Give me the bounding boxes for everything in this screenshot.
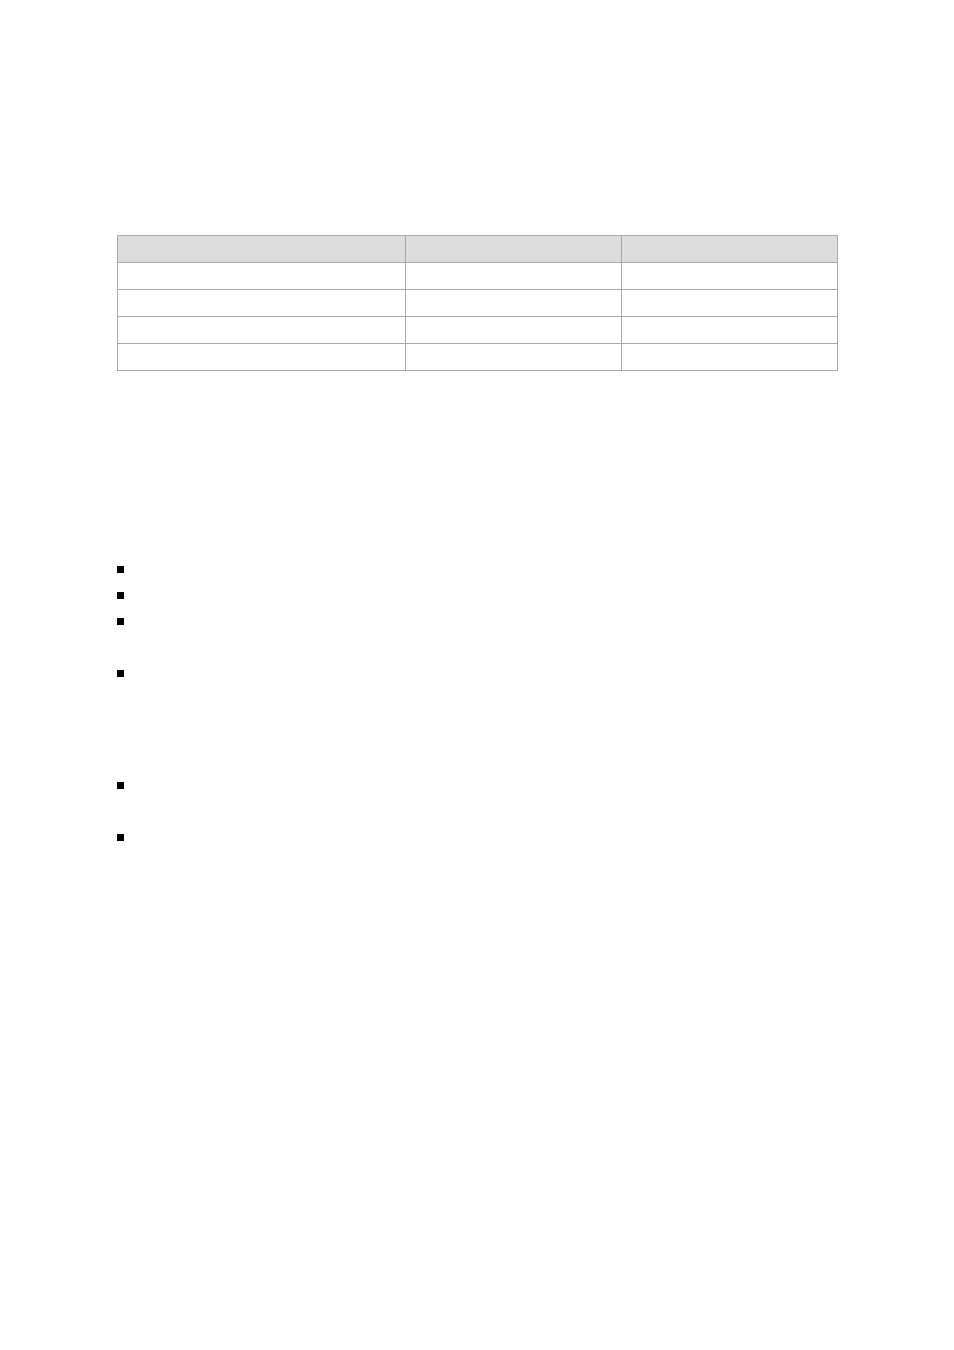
cell: [118, 344, 406, 371]
cell: [118, 290, 406, 317]
list-item: [117, 829, 838, 841]
col-header-1: [118, 236, 406, 263]
list-item: [117, 777, 838, 789]
cell: [622, 263, 838, 290]
col-header-2: [406, 236, 622, 263]
square-bullet-icon: [117, 566, 124, 573]
square-bullet-icon: [117, 618, 124, 625]
list-item: [117, 587, 838, 599]
list-item: [117, 665, 838, 677]
table-row: [118, 263, 838, 290]
data-table: [117, 235, 838, 371]
table-header-row: [118, 236, 838, 263]
cell: [622, 290, 838, 317]
table-row: [118, 317, 838, 344]
square-bullet-icon: [117, 670, 124, 677]
table-row: [118, 290, 838, 317]
col-header-3: [622, 236, 838, 263]
bullet-list: [117, 561, 838, 841]
square-bullet-icon: [117, 834, 124, 841]
cell: [118, 263, 406, 290]
cell: [622, 344, 838, 371]
table-row: [118, 344, 838, 371]
square-bullet-icon: [117, 592, 124, 599]
list-item: [117, 613, 838, 625]
list-item: [117, 561, 838, 573]
square-bullet-icon: [117, 782, 124, 789]
cell: [406, 290, 622, 317]
cell: [406, 317, 622, 344]
cell: [406, 344, 622, 371]
cell: [406, 263, 622, 290]
cell: [118, 317, 406, 344]
cell: [622, 317, 838, 344]
